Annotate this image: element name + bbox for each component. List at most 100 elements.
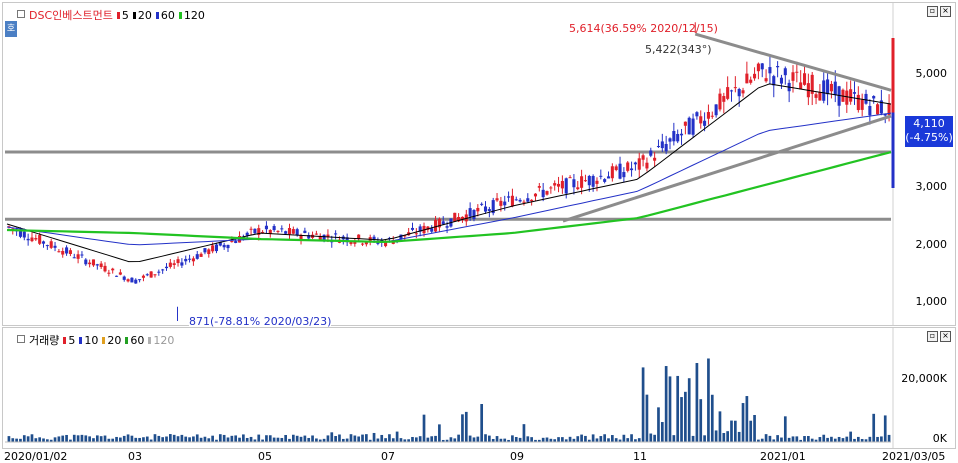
legend-ma60-label: 60 xyxy=(160,8,175,22)
date-label: 09 xyxy=(510,450,524,463)
volume-bar xyxy=(361,434,364,442)
candle-body xyxy=(126,279,130,282)
volume-bar xyxy=(184,436,188,442)
price-legend: DSC인베스트먼트 5 20 60 120 xyxy=(17,7,205,23)
volume-bar xyxy=(453,438,457,442)
volume-pane-buttons: ▫ × xyxy=(927,331,951,342)
high-annotation: 5,614(36.59% 2020/12/15) xyxy=(569,22,718,35)
volume-bar xyxy=(330,432,334,442)
volume-bar xyxy=(868,436,872,442)
price-chart-pane[interactable]: 호 DSC인베스트먼트 5 20 60 120 ▫ × 5,000 3,000 … xyxy=(2,2,957,328)
ma-line-120 xyxy=(6,151,892,244)
vol-legend-ma20[interactable]: 20 xyxy=(102,332,121,348)
candle-body xyxy=(430,228,434,232)
candle-body xyxy=(526,198,530,202)
volume-bar xyxy=(641,367,645,442)
close-icon[interactable]: × xyxy=(940,331,951,342)
candle-body xyxy=(753,73,757,79)
candle-body xyxy=(26,238,30,241)
volume-bar xyxy=(384,438,387,442)
side-toggle-button[interactable]: 호 xyxy=(5,21,17,37)
maximize-icon[interactable]: ▫ xyxy=(927,6,938,17)
candle-body xyxy=(833,81,837,96)
volume-chart-pane[interactable]: 거래량 5 10 20 60 120 ▫ × 20,000K 0K xyxy=(2,327,956,449)
candle-body xyxy=(195,254,199,259)
candle-body xyxy=(191,258,195,262)
candle-body xyxy=(230,241,234,243)
candle-body xyxy=(703,120,707,126)
legend-ma120[interactable]: 120 xyxy=(178,7,205,23)
candle-body xyxy=(41,241,46,244)
legend-ma60[interactable]: 60 xyxy=(155,7,175,23)
volume-bar xyxy=(26,436,30,442)
volume-bar xyxy=(768,435,772,442)
volume-bar xyxy=(776,435,779,442)
volume-bar xyxy=(422,414,426,442)
volume-bar xyxy=(480,404,484,442)
candle-body xyxy=(733,87,737,89)
candle-body xyxy=(214,244,219,252)
volume-bar xyxy=(430,436,434,442)
vol-legend-ma60[interactable]: 60 xyxy=(125,332,144,348)
volume-bar xyxy=(295,435,299,442)
candle-body xyxy=(480,203,484,205)
volume-bar xyxy=(345,438,349,442)
volume-bar xyxy=(495,436,499,442)
candle-body xyxy=(203,248,207,253)
close-icon[interactable]: × xyxy=(940,6,951,17)
volume-bar xyxy=(195,434,199,442)
candle-body xyxy=(852,92,857,94)
legend-ma20[interactable]: 20 xyxy=(132,7,152,23)
legend-ma5[interactable]: 5 xyxy=(116,7,129,23)
candle-body xyxy=(660,141,664,149)
volume-bar xyxy=(568,436,572,442)
candle-body xyxy=(434,219,438,232)
legend-checkbox[interactable] xyxy=(17,335,25,343)
candle-body xyxy=(510,195,514,207)
volume-bar xyxy=(622,434,626,442)
candle-body xyxy=(849,89,853,102)
volume-bar xyxy=(426,437,430,442)
volume-bar xyxy=(822,434,826,442)
volume-bar xyxy=(737,431,741,442)
volume-bar xyxy=(180,434,184,442)
candle-body xyxy=(679,133,684,136)
candle-body xyxy=(483,206,488,212)
candle-body xyxy=(91,259,96,266)
candle-body xyxy=(779,77,783,84)
vol-legend-ma5[interactable]: 5 xyxy=(63,332,75,348)
volume-bar xyxy=(749,420,753,442)
volume-bar xyxy=(576,436,580,442)
candle-body xyxy=(764,78,768,82)
candle-body xyxy=(718,93,722,110)
candle-body xyxy=(61,250,65,255)
volume-bar xyxy=(122,435,126,442)
vol-legend-ma120[interactable]: 120 xyxy=(148,332,174,348)
legend-checkbox[interactable] xyxy=(17,10,25,18)
candle-body xyxy=(314,233,318,235)
volume-bar xyxy=(115,436,118,442)
volume-bar xyxy=(837,436,841,442)
vol-legend-ma10[interactable]: 10 xyxy=(79,332,98,348)
vol-tick-0k: 0K xyxy=(932,432,947,445)
candle-body xyxy=(441,221,445,225)
volume-bar xyxy=(211,435,214,442)
volume-bar xyxy=(687,378,691,442)
volume-bar xyxy=(291,434,295,442)
candle-body xyxy=(737,88,741,97)
volume-bar xyxy=(268,435,272,442)
volume-bar xyxy=(7,436,11,442)
volume-bar xyxy=(272,437,276,442)
price-chart-canvas[interactable] xyxy=(3,3,957,325)
candle-body xyxy=(564,178,568,194)
volume-bar xyxy=(80,434,84,442)
volume-bar xyxy=(265,435,268,442)
maximize-icon[interactable]: ▫ xyxy=(927,331,938,342)
candle-body xyxy=(783,68,787,76)
volume-bar xyxy=(657,407,660,442)
candle-body xyxy=(222,244,226,248)
volume-bar xyxy=(845,436,849,442)
volume-bar xyxy=(472,437,476,442)
candle-body xyxy=(476,207,480,212)
volume-bar xyxy=(365,434,368,442)
